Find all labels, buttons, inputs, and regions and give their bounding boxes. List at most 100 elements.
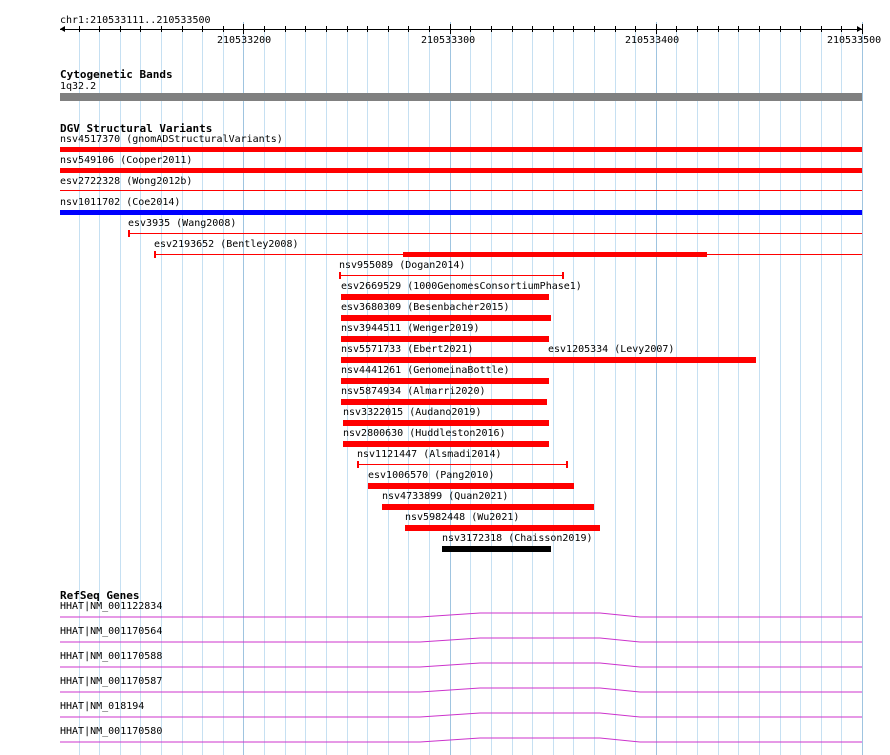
variant-line[interactable] [340,275,564,276]
ruler-minor-tick [161,26,162,32]
ruler-minor-tick [615,26,616,32]
ruler-minor-tick [202,26,203,32]
ruler-minor-tick [512,26,513,32]
ruler-minor-tick [635,26,636,32]
variant-bar[interactable] [343,441,549,447]
variant-label: nsv1121447 (Alsmadi2014) [357,449,502,460]
variant-bar[interactable] [403,252,707,257]
variant-label: esv3680309 (Besenbacher2015) [341,302,510,313]
variant-label: nsv4517370 (gnomADStructuralVariants) [60,134,283,145]
ruler-tick-label: 210533300 [421,35,476,46]
cytoband-track-title: Cytogenetic Bands [60,68,173,81]
variant-label: nsv3944511 (Wenger2019) [341,323,480,334]
ruler-major-tick [862,24,863,34]
gene-model[interactable] [60,636,862,644]
ruler-minor-tick [718,26,719,32]
gene-model[interactable] [60,711,862,719]
ruler-minor-tick [429,26,430,32]
variant-bar[interactable] [341,357,549,363]
variant-label: nsv5571733 (Ebert2021) [341,344,474,355]
ruler-minor-tick [99,26,100,32]
ruler-major-tick [243,24,244,34]
ruler-minor-tick [182,26,183,32]
variant-bar[interactable] [341,294,549,300]
ruler-minor-tick [347,26,348,32]
variant-label: nsv549106 (Cooper2011) [60,155,193,166]
variant-endpoint [357,461,359,468]
variant-bar[interactable] [341,399,547,405]
ruler-minor-tick [780,26,781,32]
gene-model[interactable] [60,611,862,619]
variant-bar[interactable] [382,504,594,510]
variant-label: esv2193652 (Bentley2008) [154,239,299,250]
ruler-minor-tick [408,26,409,32]
cytoband-bar[interactable] [60,93,862,101]
ruler-minor-tick [367,26,368,32]
ruler-minor-tick [326,26,327,32]
ruler-left-arrow [60,26,65,32]
ruler-major-tick [656,24,657,34]
variant-label: nsv5874934 (Almarri2020) [341,386,486,397]
variant-label: esv2669529 (1000GenomesConsortiumPhase1) [341,281,582,292]
ruler-minor-tick [553,26,554,32]
ruler-minor-tick [120,26,121,32]
ruler-tick-label: 210533200 [217,35,272,46]
variant-bar[interactable] [343,420,549,426]
ruler-minor-tick [738,26,739,32]
gene-model[interactable] [60,736,862,744]
variant-label: nsv3172318 (Chaisson2019) [442,533,593,544]
variant-label: esv3935 (Wang2008) [128,218,237,229]
variant-bar[interactable] [368,483,574,489]
variant-endpoint [566,461,568,468]
variant-label: nsv4733899 (Quan2021) [382,491,509,502]
ruler-major-tick [450,24,451,34]
ruler-minor-tick [264,26,265,32]
ruler-minor-tick [821,26,822,32]
variant-label: nsv955089 (Dogan2014) [339,260,466,271]
ruler-minor-tick [800,26,801,32]
gene-model[interactable] [60,686,862,694]
variant-bar[interactable] [442,546,551,552]
ruler-minor-tick [140,26,141,32]
ruler-tick-label: 210533400 [625,35,680,46]
ruler-minor-tick [388,26,389,32]
variant-bar[interactable] [60,210,862,215]
variant-line[interactable] [60,190,862,191]
ruler-location: chr1:210533111..210533500 [60,15,211,26]
ruler-tick-label: 210533500 [827,35,882,46]
variant-endpoint [562,272,564,279]
ruler-minor-tick [573,26,574,32]
ruler-minor-tick [223,26,224,32]
variant-line[interactable] [358,464,568,465]
variant-label: nsv4441261 (GenomeinaBottle) [341,365,510,376]
variant-bar[interactable] [341,315,551,321]
variant-bar[interactable] [60,147,862,152]
variant-bar[interactable] [548,357,756,363]
variant-bar[interactable] [60,168,862,173]
variant-bar[interactable] [341,378,549,384]
ruler-minor-tick [491,26,492,32]
variant-endpoint [339,272,341,279]
variant-line[interactable] [128,233,862,234]
variant-endpoint [128,230,130,237]
variant-label: esv1205334 (Levy2007) [548,344,675,355]
ruler-minor-tick [532,26,533,32]
ruler-minor-tick [841,26,842,32]
ruler-minor-tick [79,26,80,32]
variant-bar[interactable] [341,336,549,342]
variant-label: esv1006570 (Pang2010) [368,470,495,481]
variant-label: nsv3322015 (Audano2019) [343,407,482,418]
ruler-minor-tick [759,26,760,32]
cytoband-label: 1q32.2 [60,81,97,92]
ruler-minor-tick [285,26,286,32]
ruler-minor-tick [594,26,595,32]
variant-endpoint [154,251,156,258]
ruler-minor-tick [676,26,677,32]
ruler-minor-tick [305,26,306,32]
variant-label: nsv5982448 (Wu2021) [405,512,520,523]
variant-label: esv2722328 (Wong2012b) [60,176,193,187]
variant-label: nsv2800630 (Huddleston2016) [343,428,506,439]
ruler-axis [60,29,862,30]
variant-bar[interactable] [405,525,600,531]
gene-model[interactable] [60,661,862,669]
